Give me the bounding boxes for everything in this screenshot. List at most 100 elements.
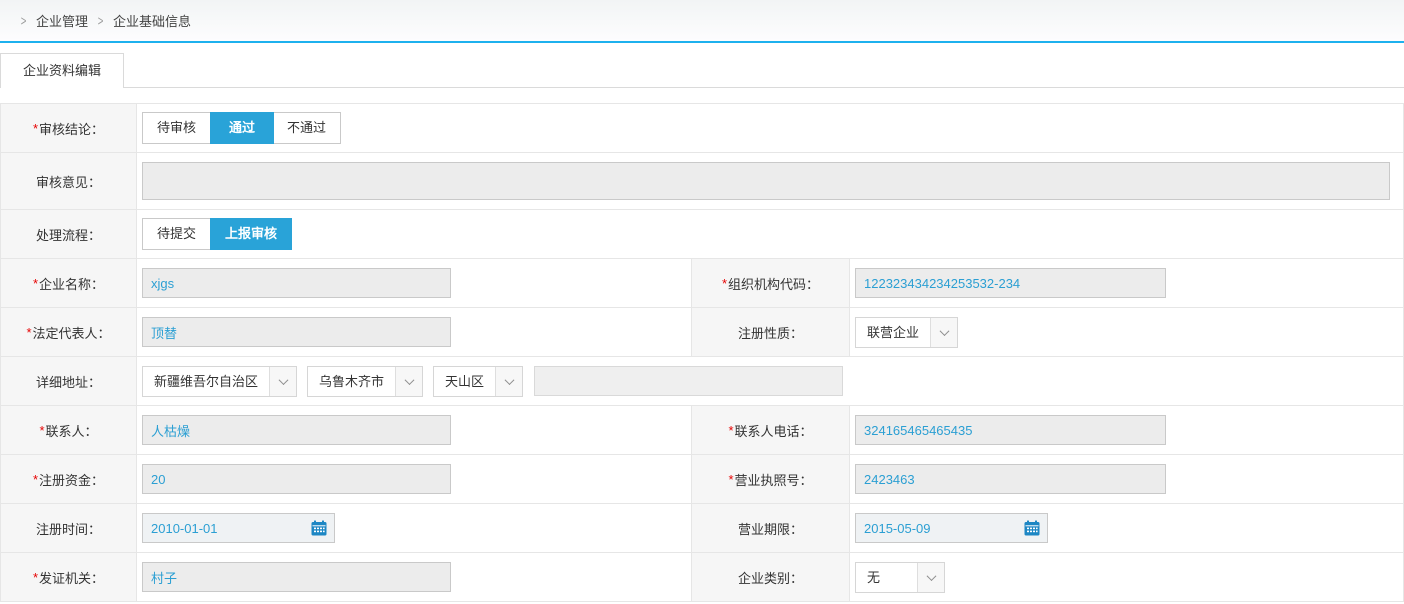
address-district-select[interactable]: 天山区 <box>433 366 523 397</box>
breadcrumb-arrow-icon: > <box>21 12 27 28</box>
license-no-value-cell <box>850 455 1403 503</box>
chevron-down-icon[interactable] <box>930 318 957 347</box>
required-star: * <box>26 325 31 340</box>
audit-conclusion-option-pass[interactable]: 通过 <box>210 112 274 144</box>
reg-nature-select[interactable]: 联营企业 <box>855 317 958 348</box>
audit-opinion-textarea[interactable] <box>142 162 1390 200</box>
row-capital-license: * 注册资金： * 营业执照号： <box>1 455 1403 504</box>
audit-conclusion-option-reject[interactable]: 不通过 <box>273 113 340 143</box>
field-label: 注册时间： <box>36 519 101 538</box>
tab-enterprise-profile-edit[interactable]: 企业资料编辑 <box>0 53 124 88</box>
legal-rep-value-cell <box>137 308 691 356</box>
process-flow-button-group: 待提交 上报审核 <box>142 218 292 250</box>
audit-conclusion-button-group: 待审核 通过 不通过 <box>142 112 341 144</box>
company-name-value-cell <box>137 259 691 307</box>
reg-capital-value-cell <box>137 455 691 503</box>
chevron-down-icon[interactable] <box>917 563 944 592</box>
calendar-icon[interactable] <box>311 520 327 536</box>
audit-conclusion-option-pending[interactable]: 待审核 <box>143 113 211 143</box>
required-star: * <box>722 276 727 291</box>
contact-phone-input[interactable] <box>855 415 1166 445</box>
field-label: 发证机关： <box>39 568 104 587</box>
tab-bar: 企业资料编辑 <box>0 53 1404 88</box>
field-label: 企业类别： <box>738 568 803 587</box>
company-category-selected-value: 无 <box>856 563 917 592</box>
field-label: 注册性质： <box>738 323 803 342</box>
audit-conclusion-label: * 审核结论： <box>1 104 137 152</box>
chevron-down-icon[interactable] <box>269 367 296 396</box>
reg-date-label: 注册时间： <box>1 504 137 552</box>
business-term-field <box>855 513 1048 543</box>
calendar-icon[interactable] <box>1024 520 1040 536</box>
reg-capital-input[interactable] <box>142 464 451 494</box>
field-label: 营业执照号： <box>735 470 813 489</box>
contact-label: * 联系人： <box>1 406 137 454</box>
issuing-authority-value-cell <box>137 553 691 601</box>
required-star: * <box>33 276 38 291</box>
reg-date-value-cell <box>137 504 691 552</box>
breadcrumb: > 企业管理 > 企业基础信息 <box>0 0 1404 43</box>
legal-rep-input[interactable] <box>142 317 451 347</box>
row-audit-opinion: 审核意见： <box>1 153 1403 210</box>
required-star: * <box>728 472 733 487</box>
address-province-value: 新疆维吾尔自治区 <box>143 367 269 396</box>
required-star: * <box>39 423 44 438</box>
audit-opinion-value-cell <box>137 153 1403 209</box>
business-term-input[interactable] <box>855 513 1048 543</box>
row-company-name-org-code: * 企业名称： * 组织机构代码： <box>1 259 1403 308</box>
row-detailed-address: 详细地址： 新疆维吾尔自治区 乌鲁木齐市 天山区 <box>1 357 1403 406</box>
required-star: * <box>728 423 733 438</box>
contact-phone-value-cell <box>850 406 1403 454</box>
address-city-value: 乌鲁木齐市 <box>308 367 395 396</box>
address-province-select[interactable]: 新疆维吾尔自治区 <box>142 366 297 397</box>
row-authority-category: * 发证机关： 企业类别： 无 <box>1 553 1403 602</box>
contact-input[interactable] <box>142 415 451 445</box>
company-category-label: 企业类别： <box>691 553 850 601</box>
required-star: * <box>33 472 38 487</box>
org-code-input[interactable] <box>855 268 1166 298</box>
field-label: 联系人电话： <box>735 421 813 440</box>
field-label: 审核意见： <box>36 172 101 191</box>
row-contact-phone: * 联系人： * 联系人电话： <box>1 406 1403 455</box>
license-no-label: * 营业执照号： <box>691 455 850 503</box>
business-term-value-cell <box>850 504 1403 552</box>
page: > 企业管理 > 企业基础信息 企业资料编辑 * 审核结论： 待审核 通过 不通… <box>0 0 1404 604</box>
breadcrumb-item-enterprise-management[interactable]: 企业管理 <box>36 11 88 30</box>
field-label: 企业名称： <box>39 274 104 293</box>
breadcrumb-item-enterprise-basic-info[interactable]: 企业基础信息 <box>113 11 191 30</box>
company-category-select[interactable]: 无 <box>855 562 945 593</box>
row-process-flow: 处理流程： 待提交 上报审核 <box>1 210 1403 259</box>
issuing-authority-input[interactable] <box>142 562 451 592</box>
address-value-cell: 新疆维吾尔自治区 乌鲁木齐市 天山区 <box>137 357 1403 405</box>
row-audit-conclusion: * 审核结论： 待审核 通过 不通过 <box>1 104 1403 153</box>
reg-date-input[interactable] <box>142 513 335 543</box>
contact-phone-label: * 联系人电话： <box>691 406 850 454</box>
business-term-label: 营业期限： <box>691 504 850 552</box>
audit-opinion-label: 审核意见： <box>1 153 137 209</box>
license-no-input[interactable] <box>855 464 1166 494</box>
required-star: * <box>33 121 38 136</box>
field-label: 法定代表人： <box>33 323 111 342</box>
field-label: 注册资金： <box>39 470 104 489</box>
reg-nature-label: 注册性质： <box>691 308 850 356</box>
address-label: 详细地址： <box>1 357 137 405</box>
address-city-select[interactable]: 乌鲁木齐市 <box>307 366 423 397</box>
address-district-value: 天山区 <box>434 367 495 396</box>
org-code-label: * 组织机构代码： <box>691 259 850 307</box>
address-detail-input[interactable] <box>534 366 843 396</box>
audit-conclusion-value-cell: 待审核 通过 不通过 <box>137 104 1403 152</box>
process-flow-option-report-audit[interactable]: 上报审核 <box>210 218 292 250</box>
contact-value-cell <box>137 406 691 454</box>
reg-nature-selected-value: 联营企业 <box>856 318 930 347</box>
issuing-authority-label: * 发证机关： <box>1 553 137 601</box>
company-category-value-cell: 无 <box>850 553 1403 601</box>
field-label: 审核结论： <box>39 119 104 138</box>
chevron-down-icon[interactable] <box>495 367 522 396</box>
process-flow-value-cell: 待提交 上报审核 <box>137 210 1403 258</box>
process-flow-option-to-submit[interactable]: 待提交 <box>143 219 211 249</box>
chevron-down-icon[interactable] <box>395 367 422 396</box>
process-flow-label: 处理流程： <box>1 210 137 258</box>
field-label: 处理流程： <box>36 225 101 244</box>
company-name-label: * 企业名称： <box>1 259 137 307</box>
company-name-input[interactable] <box>142 268 451 298</box>
